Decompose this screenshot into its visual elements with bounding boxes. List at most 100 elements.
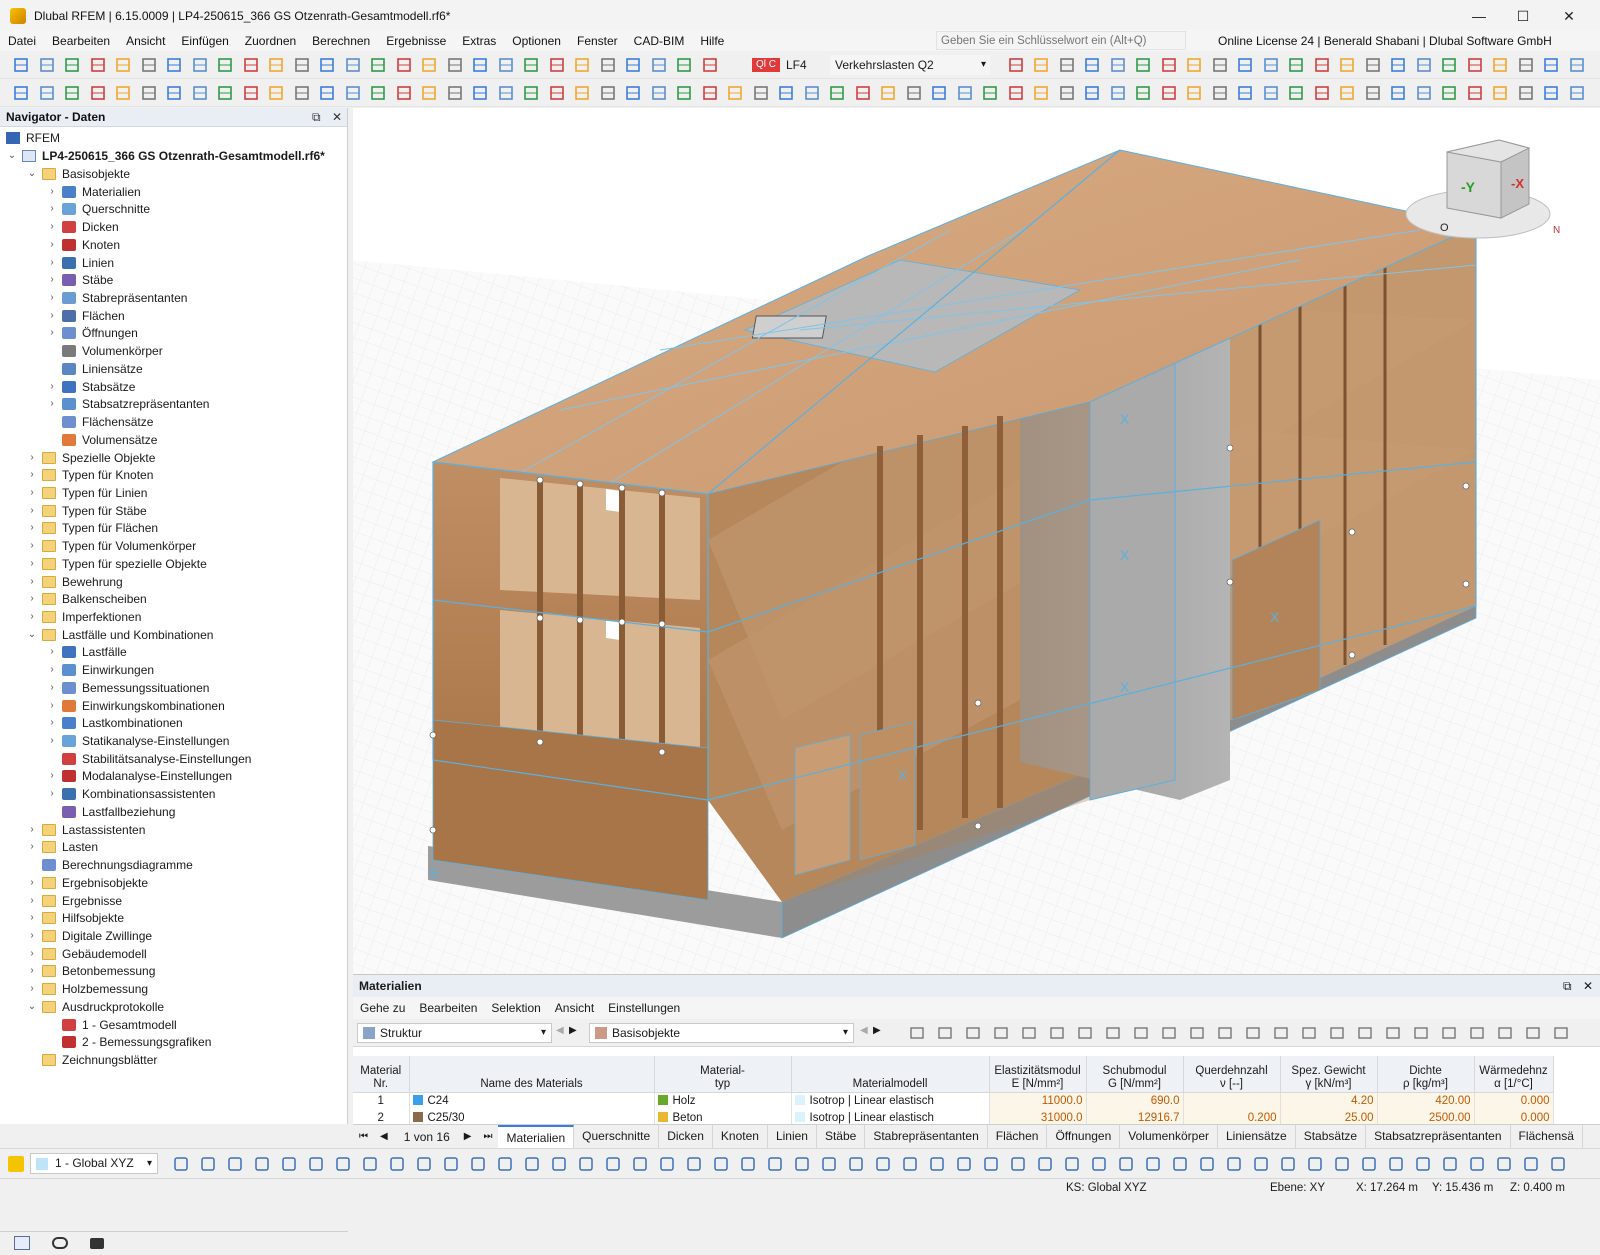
toolbar-tool-icon[interactable] xyxy=(497,84,515,102)
snap-tool-icon[interactable] xyxy=(442,1155,460,1173)
panel-tab[interactable]: Volumenkörper xyxy=(1120,1124,1218,1149)
snap-tool-icon[interactable] xyxy=(1306,1155,1324,1173)
toolbar-tool-icon[interactable] xyxy=(1389,84,1407,102)
chevron-right-icon[interactable] xyxy=(46,1036,58,1048)
toolbar-tool-icon[interactable] xyxy=(573,84,591,102)
snap-tool-icon[interactable] xyxy=(307,1155,325,1173)
previous-icon[interactable]: ◀ xyxy=(860,1025,868,1036)
tree-item[interactable]: Volumensätze xyxy=(46,431,157,449)
tree-item[interactable]: 1 - Gesamtmodell xyxy=(46,1016,177,1034)
toolbar-tool-icon[interactable] xyxy=(930,84,948,102)
toolbar-tool-icon[interactable] xyxy=(63,56,81,74)
toolbar-tool-icon[interactable] xyxy=(1262,56,1280,74)
snap-tool-icon[interactable] xyxy=(496,1155,514,1173)
toolbar-tool-icon[interactable] xyxy=(624,56,642,74)
panel-tab[interactable]: Linien xyxy=(768,1124,817,1149)
toolbar-tool-icon[interactable] xyxy=(675,56,693,74)
tree-item[interactable]: › Linien xyxy=(46,254,114,272)
toolbar-tool-icon[interactable] xyxy=(420,56,438,74)
toolbar-tool-icon[interactable] xyxy=(1415,84,1433,102)
close-icon[interactable]: ✕ xyxy=(332,110,342,124)
panel-tab[interactable]: Stabsatzrepräsentanten xyxy=(1366,1124,1511,1149)
snap-tool-icon[interactable] xyxy=(901,1155,919,1173)
snap-tool-icon[interactable] xyxy=(1009,1155,1027,1173)
snap-tool-icon[interactable] xyxy=(712,1155,730,1173)
chevron-right-icon[interactable]: › xyxy=(26,912,38,924)
table-row[interactable]: 1 C24 Holz Isotrop | Linear elastisch 11000.… xyxy=(353,1092,1554,1109)
toolbar-tool-icon[interactable] xyxy=(522,56,540,74)
panel-menu-item[interactable]: Gehe zu xyxy=(353,1001,412,1015)
toolbar-tool-icon[interactable] xyxy=(446,56,464,74)
previous-page-icon[interactable]: ◀ xyxy=(372,1131,396,1142)
toolbar-tool-icon[interactable] xyxy=(1542,84,1560,102)
toolbar-tool-icon[interactable] xyxy=(89,56,107,74)
snap-tool-icon[interactable] xyxy=(820,1155,838,1173)
table-tool-icon[interactable] xyxy=(1244,1024,1262,1042)
toolbar-tool-icon[interactable] xyxy=(1313,84,1331,102)
snap-tool-icon[interactable] xyxy=(1495,1155,1513,1173)
snap-tool-icon[interactable] xyxy=(199,1155,217,1173)
toolbar-tool-icon[interactable] xyxy=(599,56,617,74)
chevron-right-icon[interactable]: › xyxy=(46,239,58,251)
toolbar-tool-icon[interactable] xyxy=(1338,56,1356,74)
toolbar-tool-icon[interactable] xyxy=(395,56,413,74)
tree-item[interactable]: › Bewehrung xyxy=(26,573,122,591)
toolbar-tool-icon[interactable] xyxy=(1389,56,1407,74)
toolbar-tool-icon[interactable] xyxy=(1364,84,1382,102)
toolbar-tool-icon[interactable] xyxy=(879,84,897,102)
tree-item[interactable]: ⌄ Lastfälle und Kombinationen xyxy=(26,626,214,644)
chevron-right-icon[interactable]: › xyxy=(46,700,58,712)
panel-tab[interactable]: Stäbe xyxy=(817,1124,866,1149)
last-page-icon[interactable]: ⏭ xyxy=(477,1131,498,1142)
tree-item[interactable]: › Statikanalyse-Einstellungen xyxy=(46,732,229,750)
snap-tool-icon[interactable] xyxy=(793,1155,811,1173)
panel-menu-item[interactable]: Bearbeiten xyxy=(412,1001,484,1015)
snap-tool-icon[interactable] xyxy=(874,1155,892,1173)
chevron-right-icon[interactable] xyxy=(26,859,38,871)
column-header[interactable]: Material Nr. xyxy=(353,1056,410,1093)
toolbar-tool-icon[interactable] xyxy=(12,84,30,102)
tree-item[interactable]: Zeichnungsblätter xyxy=(26,1051,157,1069)
toolbar-tool-icon[interactable] xyxy=(267,84,285,102)
toolbar-tool-icon[interactable] xyxy=(216,84,234,102)
snap-tool-icon[interactable] xyxy=(1198,1155,1216,1173)
menu-ansicht[interactable]: Ansicht xyxy=(118,30,173,52)
cell-name[interactable]: C24 xyxy=(409,1092,655,1109)
toolbar-tool-icon[interactable] xyxy=(1109,84,1127,102)
chevron-right-icon[interactable]: › xyxy=(26,611,38,623)
tree-item[interactable]: › Lasten xyxy=(26,838,98,856)
tree-item[interactable]: › Lastfälle xyxy=(46,643,126,661)
toolbar-tool-icon[interactable] xyxy=(599,84,617,102)
table-tool-icon[interactable] xyxy=(992,1024,1010,1042)
table-tool-icon[interactable] xyxy=(1216,1024,1234,1042)
toolbar-tool-icon[interactable] xyxy=(803,84,821,102)
snap-tool-icon[interactable] xyxy=(469,1155,487,1173)
column-header[interactable]: Querdehnzahl ν [--] xyxy=(1183,1056,1281,1093)
snap-tool-icon[interactable] xyxy=(1387,1155,1405,1173)
data-tab-icon[interactable] xyxy=(14,1236,30,1250)
toolbar-tool-icon[interactable] xyxy=(293,56,311,74)
snap-tool-icon[interactable] xyxy=(1522,1155,1540,1173)
toolbar-tool-icon[interactable] xyxy=(1032,84,1050,102)
tree-item[interactable]: › Querschnitte xyxy=(46,200,150,218)
chevron-down-icon[interactable]: ⌄ xyxy=(26,1001,38,1013)
chevron-right-icon[interactable]: › xyxy=(26,841,38,853)
chevron-right-icon[interactable]: › xyxy=(26,558,38,570)
chevron-right-icon[interactable]: › xyxy=(26,487,38,499)
cell-model[interactable]: Isotrop | Linear elastisch xyxy=(791,1092,990,1109)
toolbar-tool-icon[interactable] xyxy=(38,56,56,74)
menu-hilfe[interactable]: Hilfe xyxy=(692,30,732,52)
tree-item[interactable]: › Typen für Linien xyxy=(26,484,147,502)
toolbar-tool-icon[interactable] xyxy=(624,84,642,102)
chevron-right-icon[interactable]: › xyxy=(26,522,38,534)
chevron-right-icon[interactable]: › xyxy=(26,540,38,552)
cell-nr[interactable]: 1 xyxy=(353,1092,410,1109)
toolbar-tool-icon[interactable] xyxy=(1083,56,1101,74)
menu-optionen[interactable]: Optionen xyxy=(504,30,569,52)
toolbar-tool-icon[interactable] xyxy=(191,56,209,74)
tree-root[interactable]: RFEM xyxy=(6,129,60,147)
snap-tool-icon[interactable] xyxy=(1117,1155,1135,1173)
views-tab-icon[interactable] xyxy=(90,1238,104,1249)
previous-icon[interactable]: ◀ xyxy=(556,1025,564,1036)
toolbar-tool-icon[interactable] xyxy=(114,56,132,74)
